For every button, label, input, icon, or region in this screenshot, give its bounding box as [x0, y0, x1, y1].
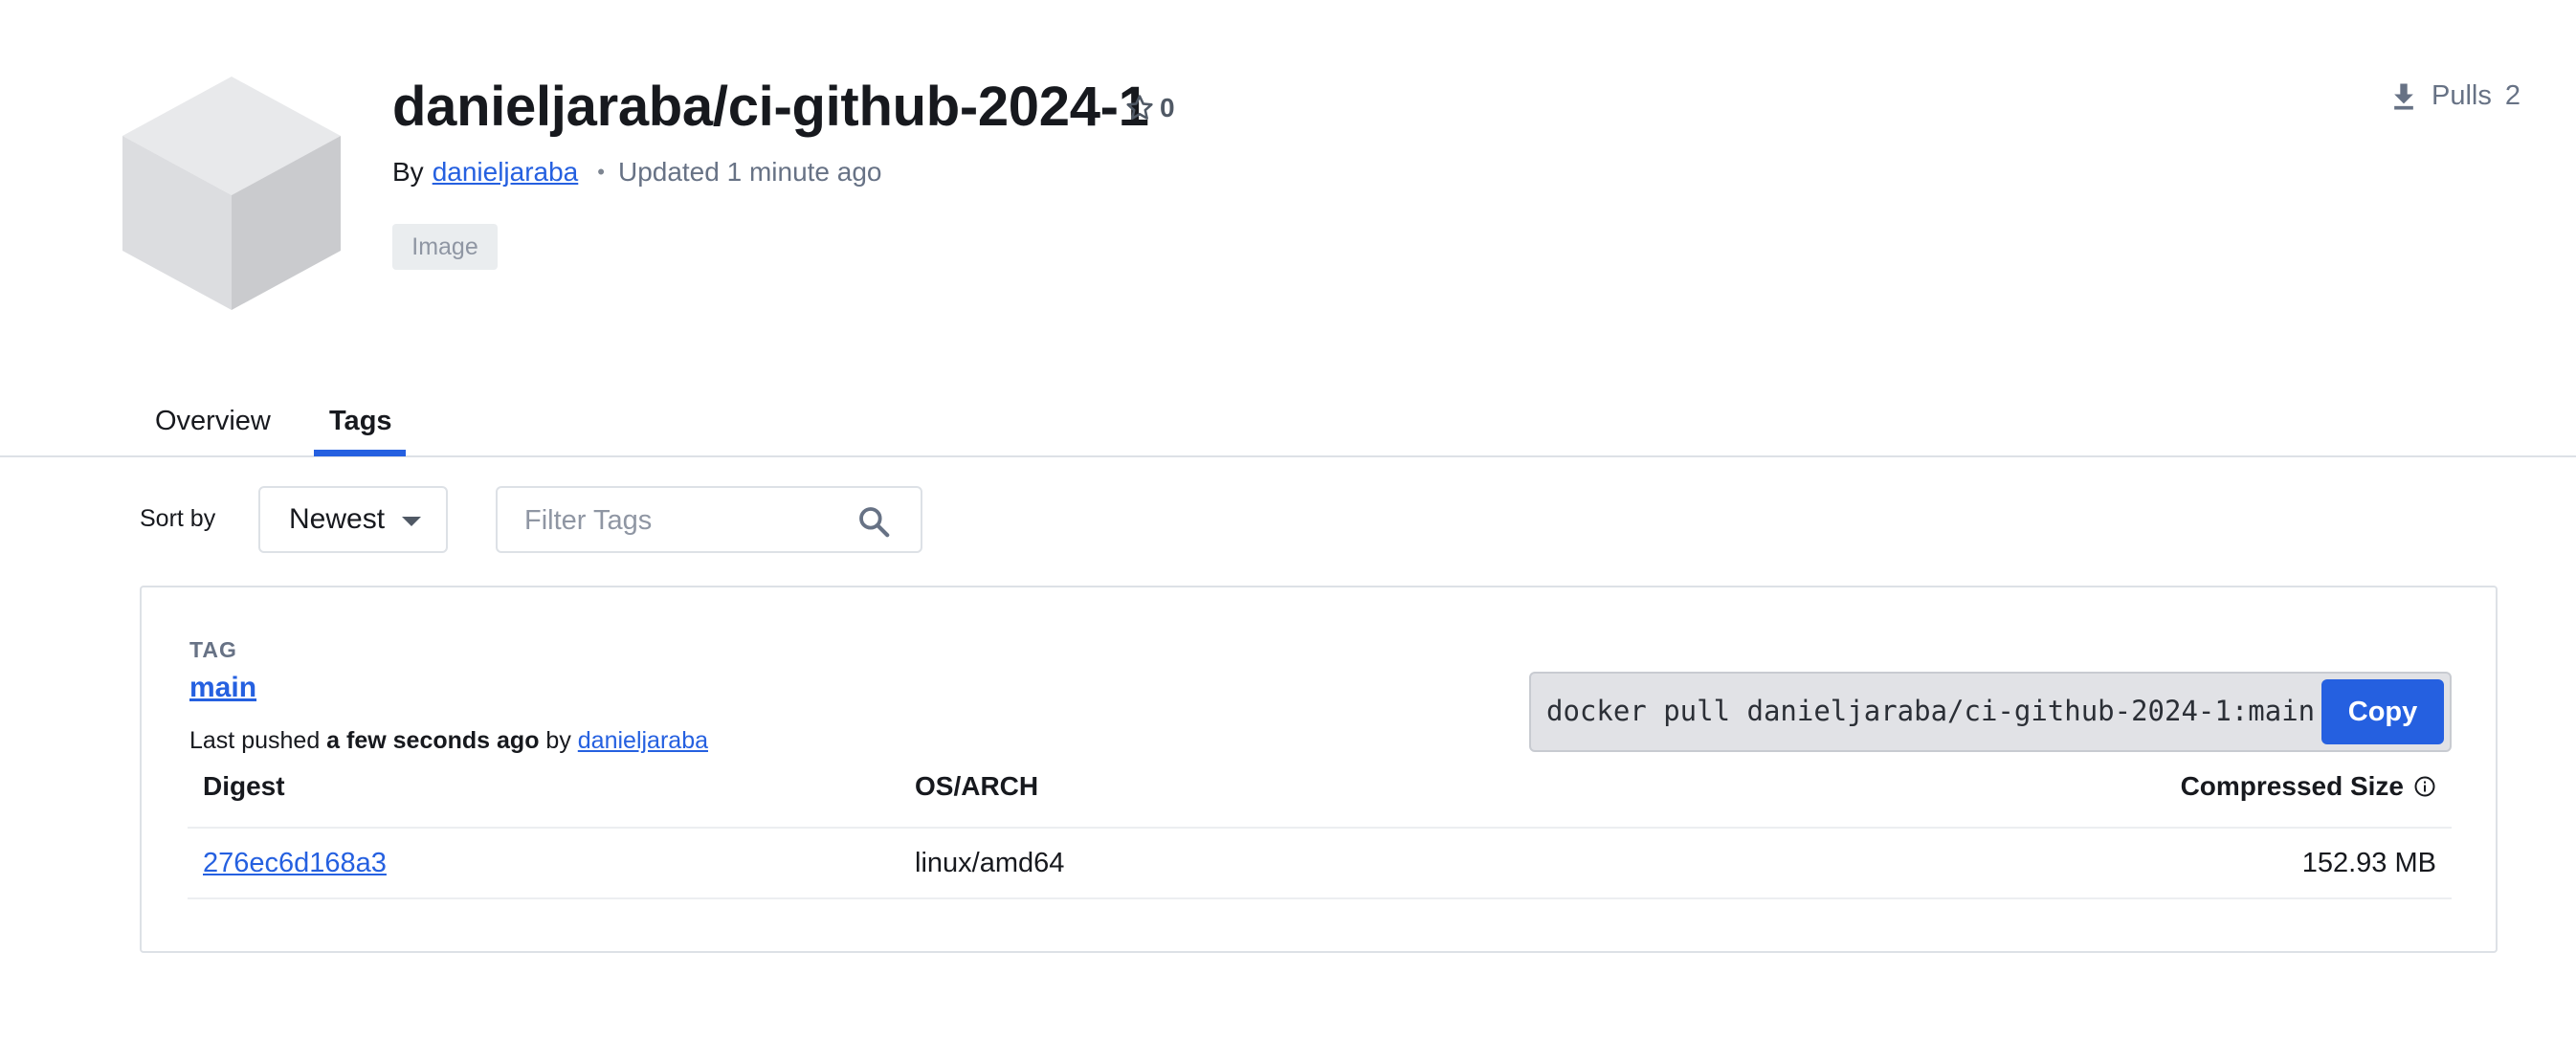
- tag-heading: TAG: [189, 637, 237, 662]
- active-tab-indicator: [314, 450, 406, 456]
- pusher-link[interactable]: danieljaraba: [578, 727, 708, 754]
- tag-name-link[interactable]: main: [189, 672, 256, 704]
- separator-dot: •: [597, 160, 605, 184]
- star-count: 0: [1160, 93, 1175, 122]
- repo-title: danieljaraba/ci-github-2024-1: [392, 76, 1149, 138]
- compressed-size-label: Compressed Size: [2180, 771, 2404, 801]
- updated-text: Updated 1 minute ago: [617, 157, 882, 187]
- os-arch-cell: linux/amd64: [915, 848, 1065, 878]
- caret-down-icon: [402, 517, 421, 526]
- by-label: By: [392, 157, 424, 187]
- repo-cube-icon: [122, 77, 341, 310]
- pulls-count: 2: [2504, 80, 2520, 111]
- column-header-digest[interactable]: Digest: [203, 771, 285, 802]
- info-icon[interactable]: [2413, 775, 2436, 798]
- filter-tags-input[interactable]: [524, 501, 831, 540]
- star-icon: [1126, 95, 1153, 120]
- pulls-label: Pulls: [2432, 80, 2492, 111]
- tab-overview[interactable]: Overview: [155, 406, 271, 437]
- size-cell: 152.93 MB: [2301, 848, 2436, 878]
- pulls-stat: Pulls 2: [2389, 80, 2520, 112]
- search-icon[interactable]: [855, 503, 892, 540]
- owner-link[interactable]: danieljaraba: [433, 157, 579, 188]
- sort-dropdown[interactable]: Newest: [258, 486, 448, 553]
- copy-button[interactable]: Copy: [2321, 679, 2444, 744]
- repository-page: danieljaraba/ci-github-2024-1 0 By danie…: [0, 0, 2576, 1041]
- tag-card: TAG main Last pushed a few seconds ago b…: [140, 586, 2498, 953]
- last-pushed-when: a few seconds ago: [326, 727, 540, 754]
- last-pushed-info: Last pushed a few seconds ago by danielj…: [189, 727, 708, 755]
- filter-tags-field[interactable]: [496, 486, 922, 553]
- digest-link[interactable]: 276ec6d168a3: [203, 848, 387, 879]
- tab-bar: Overview Tags: [0, 396, 2576, 457]
- repo-byline: By danieljaraba • Updated 1 minute ago: [392, 157, 882, 188]
- star-button[interactable]: 0: [1123, 92, 1175, 124]
- last-pushed-prefix: Last pushed: [189, 727, 321, 754]
- image-badge: Image: [392, 224, 498, 270]
- table-row: 276ec6d168a3 linux/amd64 152.93 MB: [188, 829, 2452, 899]
- sort-value: Newest: [289, 503, 386, 535]
- tab-tags[interactable]: Tags: [329, 406, 392, 437]
- column-header-os-arch[interactable]: OS/ARCH: [915, 771, 1038, 802]
- sort-label: Sort by: [140, 505, 216, 532]
- last-pushed-by: by: [545, 727, 571, 754]
- column-header-compressed-size[interactable]: Compressed Size: [2181, 771, 2436, 802]
- download-icon: [2394, 82, 2413, 110]
- pull-command-box: docker pull danieljaraba/ci-github-2024-…: [1529, 672, 2452, 752]
- pull-command-text[interactable]: docker pull danieljaraba/ci-github-2024-…: [1546, 695, 2315, 727]
